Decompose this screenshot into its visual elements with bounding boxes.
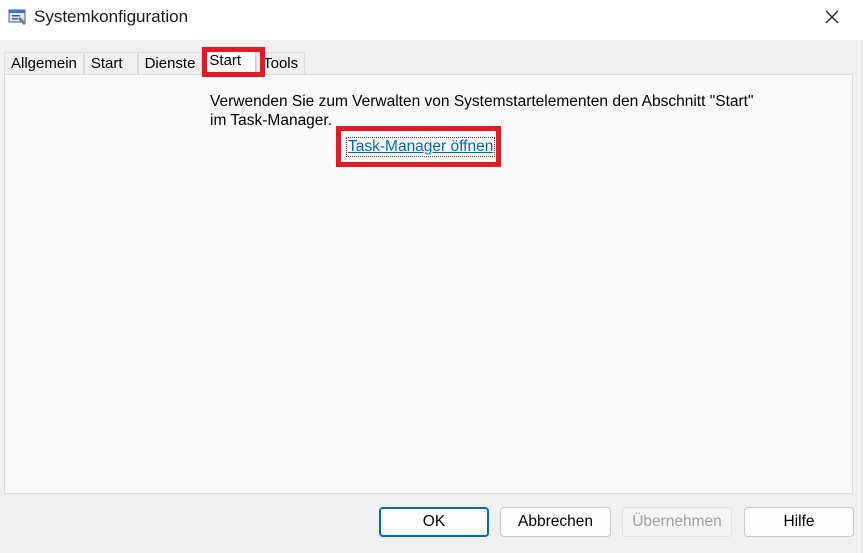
- startup-tab-panel: Verwenden Sie zum Verwalten von Systemst…: [4, 74, 853, 494]
- close-icon: [825, 10, 839, 24]
- title-bar: Systemkonfiguration: [0, 0, 863, 40]
- apply-button[interactable]: Übernehmen: [622, 507, 732, 537]
- close-button[interactable]: [809, 0, 855, 34]
- msconfig-window: Systemkonfiguration Allgemein Start Dien…: [0, 0, 863, 553]
- cancel-button[interactable]: Abbrechen: [500, 507, 611, 537]
- tab-dienste[interactable]: Dienste: [137, 52, 203, 74]
- window-title: Systemkonfiguration: [34, 7, 189, 26]
- open-task-manager-link[interactable]: Task-Manager öffnen: [345, 137, 496, 157]
- startup-info-line-1: Verwenden Sie zum Verwalten von Systemst…: [210, 93, 754, 110]
- tab-start-boot[interactable]: Start: [83, 52, 138, 74]
- startup-info-text: Verwenden Sie zum Verwalten von Systemst…: [210, 92, 810, 130]
- msconfig-app-icon: [8, 7, 28, 27]
- tab-start[interactable]: Start: [202, 49, 257, 74]
- tab-allgemein[interactable]: Allgemein: [4, 52, 84, 74]
- startup-info-line-2: im Task-Manager.: [210, 112, 333, 129]
- help-button[interactable]: Hilfe: [744, 507, 854, 537]
- tab-strip: Allgemein Start Dienste Start Tools: [4, 49, 306, 74]
- tab-tools[interactable]: Tools: [256, 52, 306, 74]
- ok-button[interactable]: OK: [379, 507, 489, 537]
